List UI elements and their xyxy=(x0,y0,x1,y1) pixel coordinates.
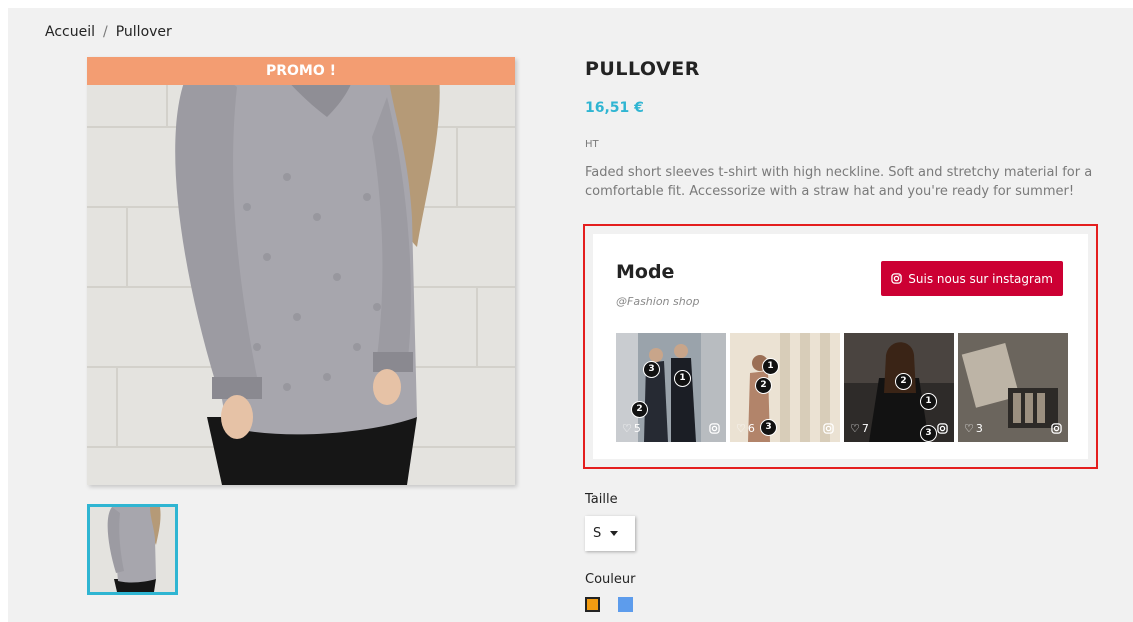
likes-count: 3 xyxy=(975,421,983,435)
size-label: Taille xyxy=(585,492,618,507)
post-overlay: ♡ 7 xyxy=(844,414,954,442)
size-value: S xyxy=(593,526,602,541)
product-page: Accueil / Pullover PROMO ! PULLOVER 16,5… xyxy=(8,8,1133,622)
post-overlay: ♡ 6 xyxy=(730,414,840,442)
blue-swatch[interactable] xyxy=(618,597,633,612)
instagram-post[interactable]: 1 2 3 ♡ 6 xyxy=(730,333,840,442)
instagram-card: Mode @Fashion shop Suis nous sur instagr… xyxy=(593,234,1088,459)
thumbnail-photo xyxy=(90,507,175,592)
post-overlay: ♡ 3 xyxy=(958,414,1068,442)
instagram-icon xyxy=(709,422,720,434)
breadcrumb-current: Pullover xyxy=(115,24,172,40)
post-overlay: ♡ 5 xyxy=(616,414,726,442)
tag-marker[interactable]: 1 xyxy=(920,393,937,410)
instagram-block-highlight: Mode @Fashion shop Suis nous sur instagr… xyxy=(583,224,1098,469)
instagram-handle: @Fashion shop xyxy=(616,295,700,308)
product-description: Faded short sleeves t-shirt with high ne… xyxy=(585,165,1093,199)
product-photo xyxy=(87,57,515,485)
likes-count: 5 xyxy=(633,421,641,435)
post-likes: ♡ 6 xyxy=(736,422,755,435)
product-price: 16,51 € xyxy=(585,100,644,116)
tag-marker[interactable]: 1 xyxy=(674,370,691,387)
instagram-icon xyxy=(1051,422,1062,434)
orange-swatch[interactable] xyxy=(585,597,600,612)
post-likes: ♡ 5 xyxy=(622,422,641,435)
heart-icon: ♡ xyxy=(964,421,974,435)
heart-icon: ♡ xyxy=(850,421,860,435)
instagram-post[interactable]: 2 1 3 ♡ 7 xyxy=(844,333,954,442)
breadcrumb: Accueil / Pullover xyxy=(45,24,172,40)
instagram-follow-button[interactable]: Suis nous sur instagram xyxy=(881,261,1063,296)
product-cover-image[interactable]: PROMO ! xyxy=(87,57,515,485)
likes-count: 6 xyxy=(747,421,755,435)
caret-down-icon xyxy=(610,531,619,536)
promo-badge: PROMO ! xyxy=(87,57,515,85)
product-title: PULLOVER xyxy=(585,58,700,80)
color-label: Couleur xyxy=(585,572,636,587)
tag-marker[interactable]: 2 xyxy=(895,373,912,390)
instagram-icon xyxy=(937,422,948,434)
tag-marker[interactable]: 3 xyxy=(643,361,660,378)
instagram-grid: 3 1 2 ♡ 5 1 2 3 ♡ 6 2 1 3 ♡ 7 ♡ 3 xyxy=(616,333,1068,442)
tag-marker[interactable]: 2 xyxy=(755,377,772,394)
product-thumbnail[interactable] xyxy=(87,504,178,595)
post-likes: ♡ 7 xyxy=(850,422,869,435)
instagram-title: Mode xyxy=(616,261,675,283)
instagram-icon xyxy=(823,422,834,434)
instagram-icon xyxy=(891,273,903,284)
heart-icon: ♡ xyxy=(736,421,746,435)
tax-label: HT xyxy=(585,139,599,150)
likes-count: 7 xyxy=(861,421,869,435)
instagram-follow-label: Suis nous sur instagram xyxy=(908,271,1053,286)
post-likes: ♡ 3 xyxy=(964,422,983,435)
instagram-post[interactable]: 3 1 2 ♡ 5 xyxy=(616,333,726,442)
breadcrumb-home-link[interactable]: Accueil xyxy=(45,24,95,40)
heart-icon: ♡ xyxy=(622,421,632,435)
instagram-post[interactable]: ♡ 3 xyxy=(958,333,1068,442)
size-select[interactable]: S xyxy=(585,516,635,551)
tag-marker[interactable]: 1 xyxy=(762,358,779,375)
breadcrumb-separator: / xyxy=(103,24,108,40)
